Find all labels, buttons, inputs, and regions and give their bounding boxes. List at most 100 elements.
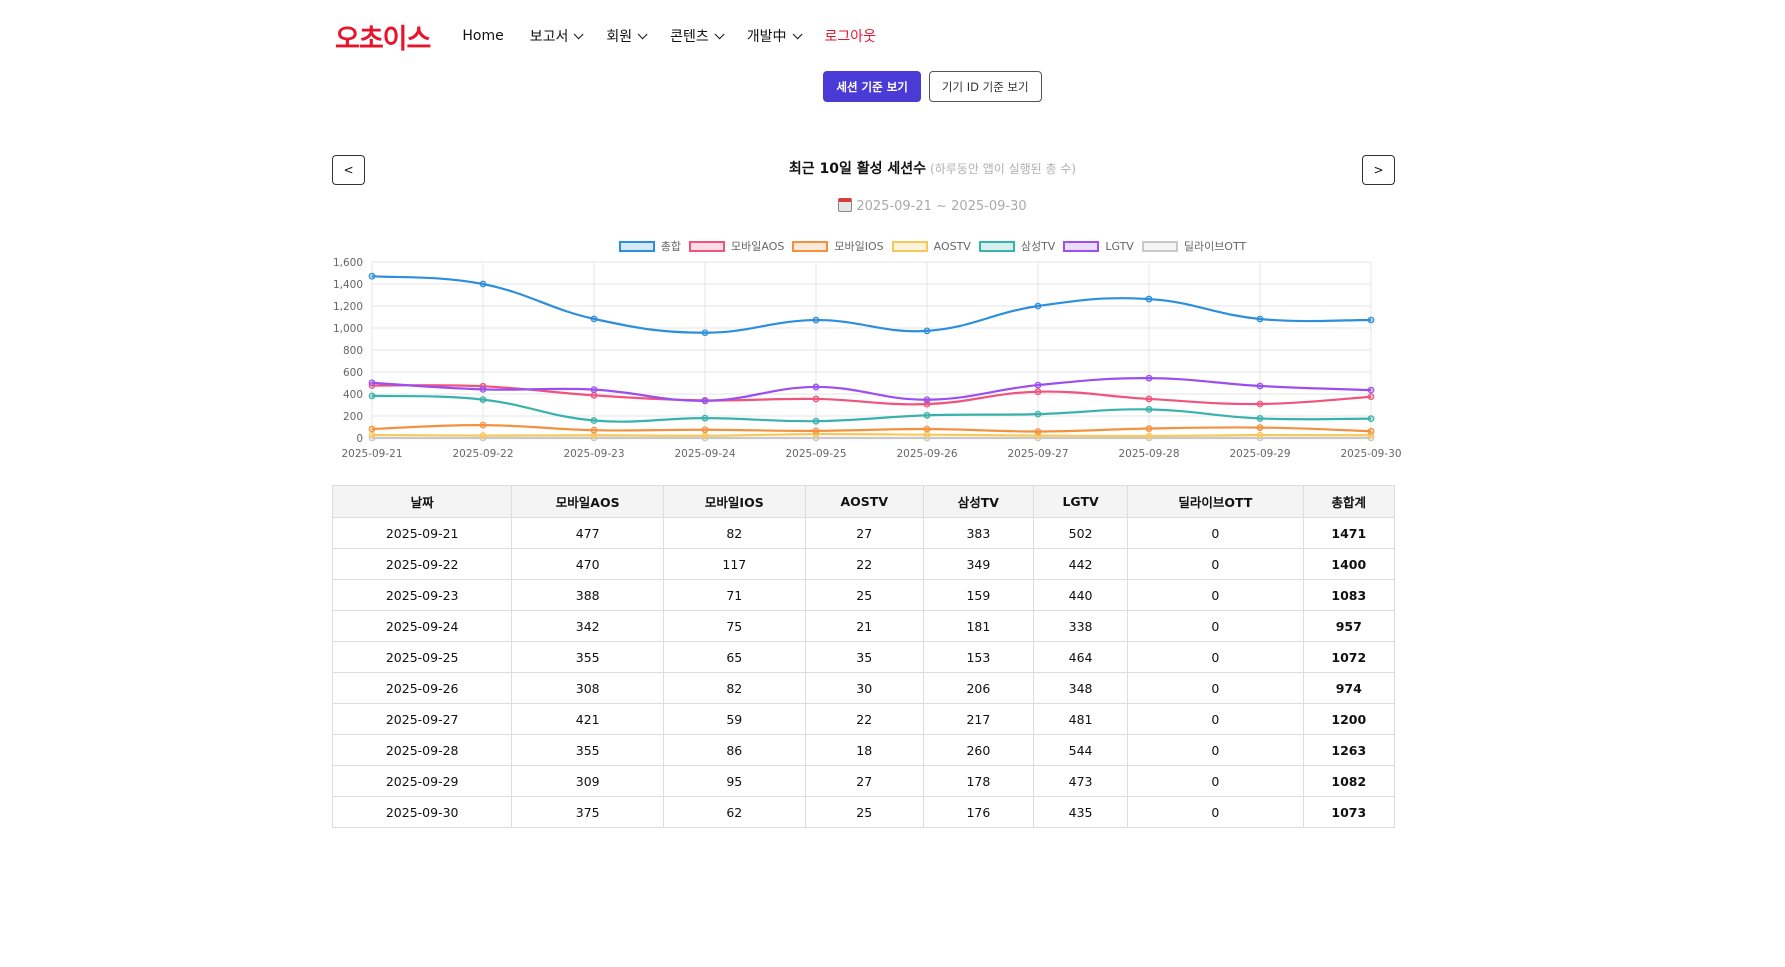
table-cell: 375 (511, 796, 664, 828)
table-cell: 342 (511, 610, 664, 642)
table-cell: 470 (511, 548, 664, 580)
y-tick-label: 800 (343, 345, 363, 357)
total-cell: 1083 (1302, 579, 1396, 611)
table-cell: 2025-09-30 (331, 796, 513, 828)
table-cell: 0 (1127, 548, 1304, 580)
data-point (1145, 295, 1153, 303)
table-row: 2025-09-26 308 82 30 206 348 0 974 (331, 672, 1396, 704)
table-cell: 71 (662, 579, 806, 611)
table-row: 2025-09-28 355 86 18 260 544 0 1263 (331, 734, 1396, 766)
total-cell: 1200 (1302, 703, 1396, 735)
x-tick-label: 2025-09-30 (1340, 448, 1401, 460)
data-point (701, 432, 709, 440)
data-point (701, 426, 709, 434)
table-row: 2025-09-30 375 62 25 176 435 0 1073 (331, 796, 1396, 828)
table-cell: 0 (1127, 765, 1304, 797)
data-point (1034, 302, 1042, 310)
data-point (812, 383, 820, 391)
y-tick-label: 1,400 (333, 279, 363, 291)
table-cell: 2025-09-22 (331, 548, 513, 580)
table-cell: 2025-09-28 (331, 734, 513, 766)
table-cell: 464 (1032, 641, 1129, 673)
table-cell: 95 (662, 765, 806, 797)
table-cell: 21 (804, 610, 924, 642)
series-line (371, 377, 1372, 402)
line-chart: 0 200 400 600 800 1,000 1,200 1,400 1,600 2025-09… (333, 257, 1402, 460)
table-cell: 30 (804, 672, 924, 704)
table-cell: 355 (511, 641, 664, 673)
data-point (1034, 381, 1042, 389)
table-cell: 308 (511, 672, 664, 704)
table-cell: 27 (804, 517, 924, 549)
data-point (812, 316, 820, 324)
table-cell: 153 (922, 641, 1034, 673)
table-cell: 355 (511, 734, 664, 766)
total-cell: 1073 (1302, 796, 1396, 828)
table-cell: 481 (1032, 703, 1129, 735)
table-cell: 159 (922, 579, 1034, 611)
table-cell: 0 (1127, 579, 1304, 611)
y-tick-label: 400 (343, 389, 363, 401)
data-point (590, 315, 598, 323)
data-point (1256, 431, 1264, 439)
data-point (479, 421, 487, 429)
data-point (368, 431, 376, 439)
table-header-row: 날짜 모바일AOS 모바일IOS AOSTV 삼성TV LGTV 딜라이브OTT 총합계 (331, 485, 1396, 518)
data-point (590, 391, 598, 399)
table-cell: 0 (1127, 734, 1304, 766)
series-line (371, 275, 1372, 334)
table-row: 2025-09-27 421 59 22 217 481 0 1200 (331, 703, 1396, 735)
data-point (701, 414, 709, 422)
data-point (923, 327, 931, 335)
table-cell: 82 (662, 672, 806, 704)
table-cell: 22 (804, 548, 924, 580)
y-tick-label: 0 (356, 433, 363, 445)
table-cell: 2025-09-27 (331, 703, 513, 735)
data-point (1367, 386, 1375, 394)
table-cell: 383 (922, 517, 1034, 549)
data-point (1034, 428, 1042, 435)
x-tick-label: 2025-09-22 (452, 448, 513, 460)
table-cell: 0 (1127, 703, 1304, 735)
table-cell: 2025-09-25 (331, 641, 513, 673)
data-point (923, 411, 931, 419)
data-point (1256, 400, 1264, 408)
data-point (368, 379, 376, 387)
y-tick-label: 1,200 (333, 301, 363, 313)
table-cell: 117 (662, 548, 806, 580)
column-header: 모바일AOS (511, 485, 664, 518)
data-point (479, 385, 487, 393)
table-row: 2025-09-21 477 82 27 383 502 0 1471 (331, 517, 1396, 549)
series-line (371, 384, 1372, 406)
data-point (1367, 427, 1375, 435)
table-cell: 309 (511, 765, 664, 797)
table-cell: 0 (1127, 796, 1304, 828)
x-tick-label: 2025-09-25 (785, 448, 846, 460)
data-point (812, 395, 820, 403)
y-tick-label: 600 (343, 367, 363, 379)
total-cell: 1471 (1302, 517, 1396, 549)
table-cell: 388 (511, 579, 664, 611)
table-cell: 22 (804, 703, 924, 735)
total-cell: 1072 (1302, 641, 1396, 673)
total-cell: 974 (1302, 672, 1396, 704)
data-point (1034, 388, 1042, 396)
table-row: 2025-09-22 470 117 22 349 442 0 1400 (331, 548, 1396, 580)
table-cell: 2025-09-23 (331, 579, 513, 611)
table-row: 2025-09-24 342 75 21 181 338 0 957 (331, 610, 1396, 642)
table-cell: 217 (922, 703, 1034, 735)
table-cell: 338 (1032, 610, 1129, 642)
y-tick-label: 1,600 (333, 257, 363, 269)
data-point (701, 329, 709, 337)
table-cell: 206 (922, 672, 1034, 704)
data-point (590, 426, 598, 434)
total-cell: 1400 (1302, 548, 1396, 580)
data-point (1256, 382, 1264, 390)
column-header: 삼성TV (922, 485, 1034, 518)
data-point (923, 396, 931, 404)
data-point (1145, 374, 1153, 382)
data-point (812, 417, 820, 425)
table-cell: 59 (662, 703, 806, 735)
data-point (1145, 432, 1153, 440)
data-point (1256, 315, 1264, 323)
